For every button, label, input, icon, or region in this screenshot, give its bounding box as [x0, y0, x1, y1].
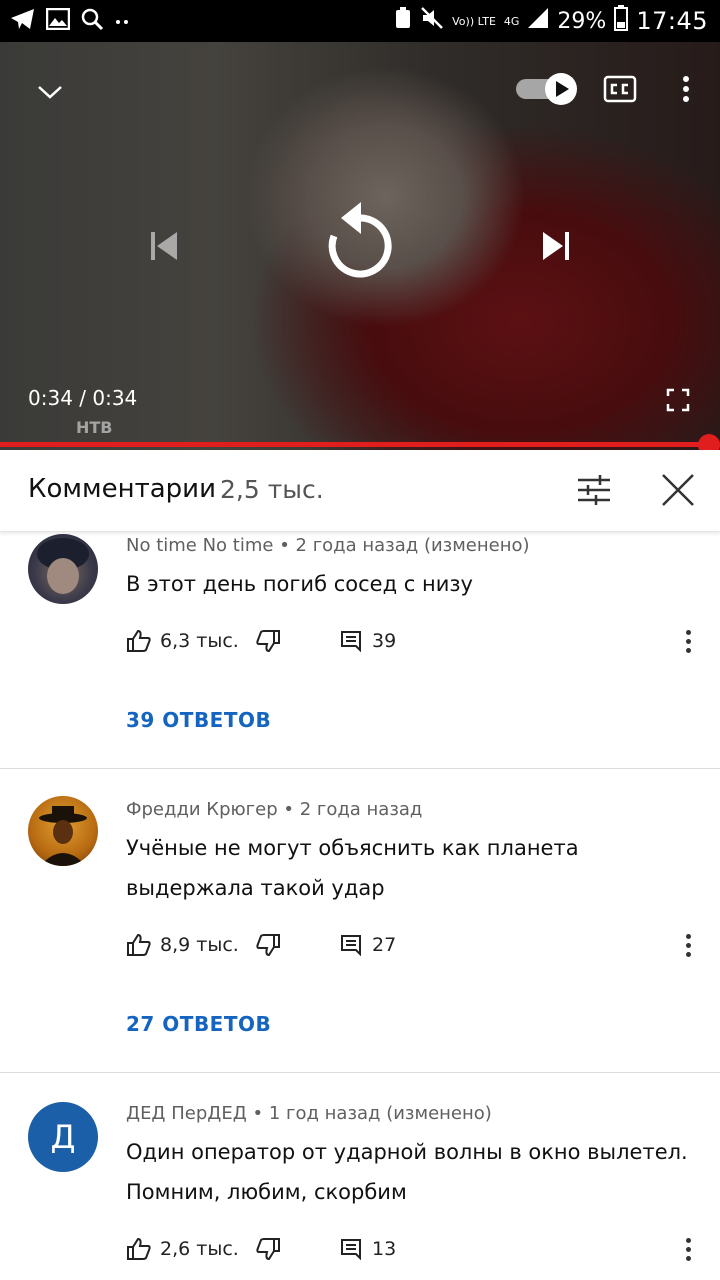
comment-icon — [341, 1239, 361, 1260]
avatar[interactable] — [28, 796, 98, 866]
thumbs-up-icon — [127, 1237, 151, 1260]
telegram-icon — [10, 7, 36, 35]
sort-filter-icon — [578, 475, 610, 505]
more-vertical-icon — [685, 1237, 691, 1243]
avatar-letter: Д — [50, 1118, 76, 1156]
comment-actions: 6,3 тыс. 39 — [126, 626, 396, 656]
reply-button[interactable]: 39 — [340, 630, 396, 652]
gallery-icon — [45, 7, 71, 34]
thumbs-down-icon — [256, 934, 280, 957]
video-more-button[interactable] — [670, 72, 702, 106]
comment-actions: 2,6 тыс. 13 — [126, 1234, 396, 1264]
divider — [0, 1072, 720, 1073]
more-vertical-icon — [683, 76, 689, 102]
like-count: 6,3 тыс. — [160, 630, 239, 652]
cc-icon — [603, 75, 637, 103]
comment-age: 2 года назад — [299, 799, 423, 820]
comment-item: Фредди Крюгер • 2 года назад Учёные не м… — [0, 796, 720, 1072]
skip-previous-icon — [151, 232, 177, 260]
clock: 17:45 — [636, 7, 708, 35]
skip-next-icon — [543, 232, 569, 260]
channel-logo: НТВ — [76, 418, 113, 437]
collapse-button[interactable] — [30, 72, 70, 112]
like-count: 2,6 тыс. — [160, 1238, 239, 1260]
comment-actions: 8,9 тыс. 27 — [126, 930, 396, 960]
more-vertical-icon — [685, 933, 691, 939]
comment-item: No time No time • 2 года назад (изменено… — [0, 532, 720, 768]
fullscreen-button[interactable] — [660, 384, 696, 416]
comment-icon — [341, 935, 361, 956]
dislike-button[interactable] — [255, 629, 281, 653]
comment-age: 1 год назад (изменено) — [268, 1103, 492, 1124]
autoplay-toggle[interactable] — [514, 72, 580, 106]
progress-thumb[interactable] — [698, 434, 720, 450]
battery-icon — [614, 5, 629, 37]
network-type: 4G — [503, 14, 520, 28]
progress-bar[interactable] — [0, 442, 720, 447]
video-player[interactable]: 0:34 / 0:34 НТВ — [0, 42, 720, 450]
previous-button[interactable] — [140, 222, 188, 270]
like-button[interactable]: 6,3 тыс. — [126, 629, 239, 653]
comment-more-button[interactable] — [678, 626, 698, 656]
comment-author[interactable]: No time No time — [126, 535, 273, 556]
replay-button[interactable] — [320, 196, 400, 286]
comment-author[interactable]: ДЕД ПерДЕД — [126, 1103, 247, 1124]
view-replies-link[interactable]: 27 ОТВЕТОВ — [126, 1012, 271, 1036]
search-icon — [80, 7, 104, 35]
like-count: 8,9 тыс. — [160, 934, 239, 956]
more-dots-icon — [114, 12, 130, 31]
thumbs-up-icon — [127, 933, 151, 956]
captions-button[interactable] — [600, 72, 640, 106]
close-comments-button[interactable] — [658, 470, 698, 510]
thumbs-down-icon — [256, 1238, 280, 1261]
more-vertical-icon — [685, 629, 691, 635]
avatar[interactable] — [28, 534, 98, 604]
reply-count: 27 — [372, 934, 397, 956]
sort-comments-button[interactable] — [574, 470, 614, 510]
comments-title: Комментарии — [28, 474, 216, 504]
comment-text: В этот день погиб сосед с низу — [126, 572, 473, 596]
avatar[interactable]: Д — [28, 1102, 98, 1172]
comment-icon — [341, 631, 361, 652]
comment-age: 2 года назад (изменено) — [295, 535, 530, 556]
dislike-button[interactable] — [255, 933, 281, 957]
comment-more-button[interactable] — [678, 930, 698, 960]
signal-icon — [527, 7, 549, 35]
comment-item: Д ДЕД ПерДЕД • 1 год назад (изменено) Од… — [0, 1100, 720, 1280]
comment-text: Учёные не могут объяснить как планета вы… — [126, 836, 579, 900]
close-icon — [662, 474, 694, 506]
comment-text: Один оператор от ударной волны в окно вы… — [126, 1140, 688, 1204]
comments-count: 2,5 тыс. — [220, 475, 324, 504]
comment-meta: ДЕД ПерДЕД • 1 год назад (изменено) — [126, 1103, 492, 1124]
recycle-icon — [394, 6, 412, 36]
reply-button[interactable]: 13 — [340, 1238, 396, 1260]
replay-icon — [328, 202, 392, 278]
comment-meta: No time No time • 2 года назад (изменено… — [126, 535, 530, 556]
comment-more-button[interactable] — [678, 1234, 698, 1264]
thumbs-down-icon — [256, 630, 280, 653]
comment-author[interactable]: Фредди Крюгер — [126, 799, 278, 820]
fullscreen-icon — [666, 388, 690, 412]
chevron-down-icon — [38, 86, 62, 99]
status-bar: Vo)) LTE 4G 29% 17:45 — [0, 0, 720, 42]
volte-icon: Vo)) LTE — [452, 14, 496, 28]
like-button[interactable]: 8,9 тыс. — [126, 933, 239, 957]
comment-meta: Фредди Крюгер • 2 года назад — [126, 799, 423, 820]
battery-percent: 29% — [557, 8, 607, 34]
like-button[interactable]: 2,6 тыс. — [126, 1237, 239, 1261]
comments-header: Комментарии 2,5 тыс. — [0, 450, 720, 532]
reply-count: 39 — [372, 630, 397, 652]
reply-count: 13 — [372, 1238, 397, 1260]
mute-icon — [420, 6, 444, 36]
next-button[interactable] — [532, 222, 580, 270]
thumbs-up-icon — [127, 629, 151, 652]
divider — [0, 768, 720, 769]
reply-button[interactable]: 27 — [340, 934, 396, 956]
time-display: 0:34 / 0:34 — [28, 386, 138, 410]
dislike-button[interactable] — [255, 1237, 281, 1261]
view-replies-link[interactable]: 39 ОТВЕТОВ — [126, 708, 271, 732]
